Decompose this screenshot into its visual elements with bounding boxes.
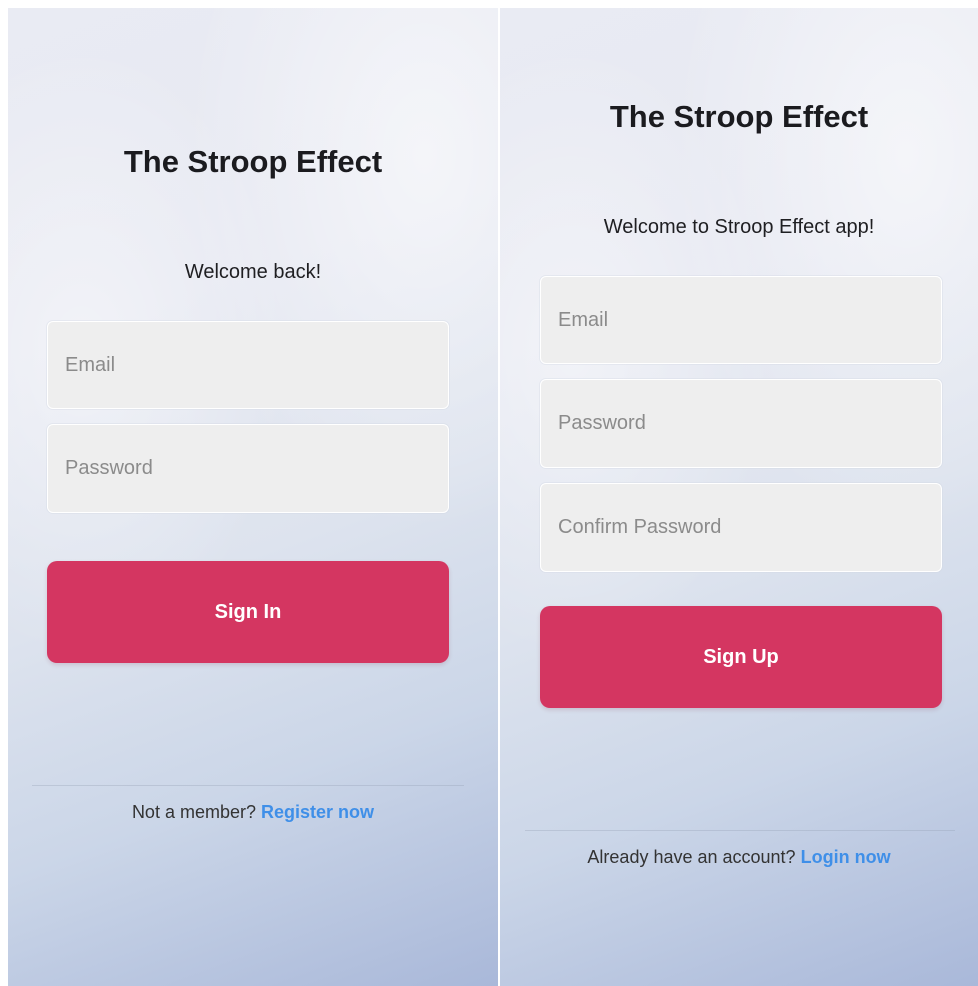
signup-footer-prompt: Already have an account? — [587, 847, 796, 867]
signup-footer: Already have an account? Login now — [500, 847, 978, 868]
signin-password-input[interactable] — [48, 425, 448, 512]
signin-password-field[interactable] — [47, 424, 449, 513]
signup-email-input[interactable] — [541, 277, 941, 363]
signin-email-field[interactable] — [47, 321, 449, 409]
signup-password-input[interactable] — [541, 380, 941, 467]
login-now-link[interactable]: Login now — [801, 847, 891, 867]
signup-title: The Stroop Effect — [609, 99, 869, 134]
screenshot-stage: The Stroop Effect Welcome back! Sign In … — [0, 0, 978, 986]
sign-up-button[interactable]: Sign Up — [540, 606, 942, 708]
signin-screen: The Stroop Effect Welcome back! Sign In … — [8, 8, 498, 986]
signup-footer-divider — [525, 830, 955, 831]
signin-footer-prompt: Not a member? — [131, 802, 256, 822]
signup-screen: The Stroop Effect Welcome to Stroop Effe… — [500, 8, 978, 986]
signin-title: The Stroop Effect — [123, 144, 383, 179]
signup-confirm-password-input[interactable] — [541, 484, 941, 571]
register-now-link[interactable]: Register now — [261, 802, 374, 822]
signup-confirm-password-field[interactable] — [540, 483, 942, 572]
signup-subtitle: Welcome to Stroop Effect app! — [603, 216, 875, 238]
signin-email-input[interactable] — [48, 322, 448, 408]
sign-in-button[interactable]: Sign In — [47, 561, 449, 663]
signin-footer: Not a member? Register now — [8, 802, 498, 823]
signin-footer-divider — [32, 785, 464, 786]
signup-password-field[interactable] — [540, 379, 942, 468]
signin-subtitle: Welcome back! — [184, 261, 322, 283]
signup-email-field[interactable] — [540, 276, 942, 364]
